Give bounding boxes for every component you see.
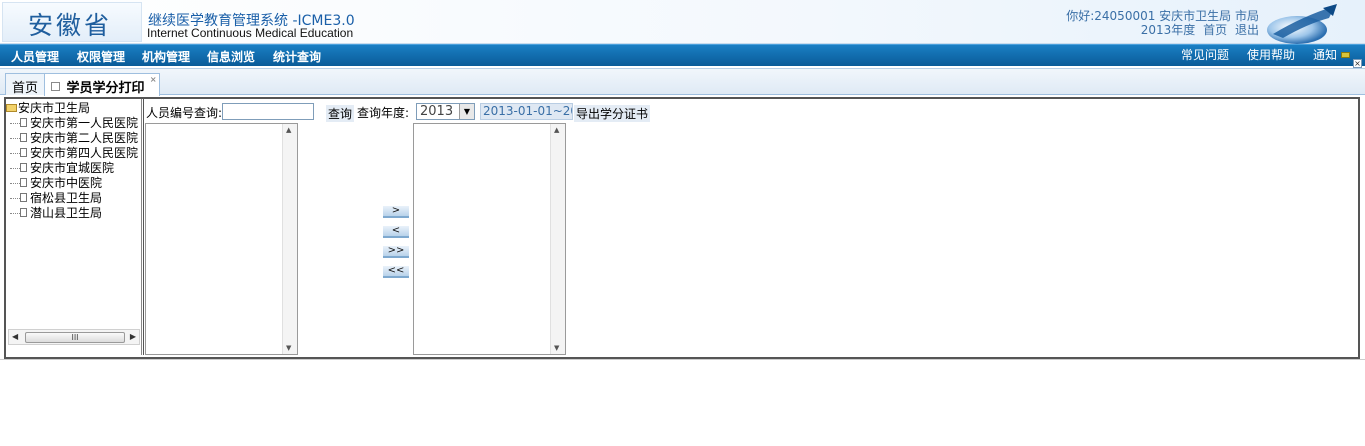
tab-home-label: 首页 [12,81,39,96]
scroll-down-icon[interactable]: ▼ [286,344,291,352]
nav-permissions[interactable]: 权限管理 [77,48,125,65]
province-logo-text: 安徽省 [28,11,113,40]
folder-icon [6,104,17,112]
page-icon [51,82,60,91]
move-all-left-button[interactable]: << [383,266,409,278]
tab-close-icon[interactable]: × [150,75,157,84]
move-right-button[interactable]: > [383,206,409,218]
chevron-down-icon[interactable]: ▼ [459,104,474,119]
nav-info-browse[interactable]: 信息浏览 [207,48,255,65]
scroll-up-icon[interactable]: ▲ [286,126,291,134]
document-icon [20,193,27,202]
tree-item[interactable]: 安庆市第四人民医院 [6,146,138,160]
move-all-right-button[interactable]: >> [383,246,409,258]
year-select-value: 2013 [420,104,454,119]
work-area: 安庆市卫生局 安庆市第一人民医院 安庆市第二人民医院 安庆市第四人民医院 安庆市… [4,97,1360,359]
tree-item-label: 安庆市第四人民医院 [30,146,139,160]
nav-statistics[interactable]: 统计查询 [273,48,321,65]
document-icon [20,133,27,142]
search-button[interactable]: 查询 [326,105,355,122]
tree-item[interactable]: 安庆市宜城医院 [6,161,114,175]
document-icon [20,118,27,127]
tree-line [10,138,20,139]
move-left-button[interactable]: < [383,226,409,238]
tree-horizontal-scrollbar[interactable]: ◀ III ▶ [8,329,140,345]
tree-root[interactable]: 安庆市卫生局 [6,101,90,115]
scroll-up-icon[interactable]: ▲ [554,126,559,134]
tree-line [10,198,20,199]
org-tree: 安庆市卫生局 安庆市第一人民医院 安庆市第二人民医院 安庆市第四人民医院 安庆市… [6,99,142,355]
tree-item-label: 潜山县卫生局 [30,206,103,220]
tree-item[interactable]: 安庆市第一人民医院 [6,116,138,130]
nav-help[interactable]: 使用帮助 [1247,46,1295,63]
tree-item-label: 安庆市中医院 [30,176,103,190]
tree-line [10,183,20,184]
tab-bar: 首页 学员学分打印 × [0,68,1365,96]
tree-item-label: 安庆市宜城医院 [30,161,115,175]
mail-icon [1340,52,1350,58]
user-info: 你好:24050001 安庆市卫生局 市局 2013年度 首页 退出 [1066,9,1259,37]
tree-item-label: 宿松县卫生局 [30,191,103,205]
divider [0,359,1365,360]
scrollbar-thumb[interactable]: III [25,332,125,343]
person-id-label: 人员编号查询: [146,106,223,120]
year-select[interactable]: 2013 ▼ [416,103,475,120]
document-icon [20,148,27,157]
tab-home[interactable]: 首页 [5,73,46,96]
document-icon [20,208,27,217]
tree-root-label: 安庆市卫生局 [18,101,91,115]
scroll-right-icon[interactable]: ▶ [130,332,136,341]
tree-line [10,168,20,169]
tree-line [10,153,20,154]
tab-credit-print[interactable]: 学员学分打印 × [44,73,160,96]
home-link[interactable]: 首页 [1203,23,1227,37]
nav-faq[interactable]: 常见问题 [1181,46,1229,63]
vertical-scrollbar[interactable]: ▲ ▼ [550,124,565,354]
system-subtitle: Internet Continuous Medical Education [147,26,354,40]
query-year-label: 查询年度: [357,106,410,120]
tree-item[interactable]: 潜山县卫生局 [6,206,102,220]
scroll-down-icon[interactable]: ▼ [554,344,559,352]
selected-list[interactable]: ▲ ▼ [413,123,566,355]
document-icon [20,178,27,187]
nav-organizations[interactable]: 机构管理 [142,48,190,65]
scroll-left-icon[interactable]: ◀ [12,332,18,341]
year-label: 2013年度 [1140,23,1196,37]
user-greeting: 你好:24050001 安庆市卫生局 市局 [1066,9,1259,23]
tree-line [10,123,20,124]
date-range-field[interactable]: 2013-01-01~2013-12-31 [480,103,573,120]
document-icon [20,163,27,172]
main-nav: 人员管理 权限管理 机构管理 信息浏览 统计查询 常见问题 使用帮助 通知 [0,44,1365,66]
available-list[interactable]: ▲ ▼ [145,123,298,355]
tree-item[interactable]: 宿松县卫生局 [6,191,102,205]
vertical-scrollbar[interactable]: ▲ ▼ [282,124,297,354]
tree-item[interactable]: 安庆市中医院 [6,176,102,190]
logout-link[interactable]: 退出 [1235,23,1259,37]
nav-notice-label: 通知 [1313,48,1338,62]
credit-print-panel: 人员编号查询: 查询 查询年度: 2013 ▼ 2013-01-01~2013-… [143,99,1357,355]
close-icon[interactable]: × [1353,59,1362,68]
tree-line [10,213,20,214]
nav-personnel[interactable]: 人员管理 [11,48,59,65]
tab-credit-print-label: 学员学分打印 [66,81,145,96]
tree-item-label: 安庆市第一人民医院 [30,116,139,130]
nav-notice[interactable]: 通知 [1313,46,1350,63]
export-certificate-button[interactable]: 导出学分证书 [574,105,651,122]
tree-item-label: 安庆市第二人民医院 [30,131,139,145]
person-id-input[interactable] [222,103,314,120]
app-header: 安徽省 继续医学教育管理系统 -ICME3.0 Internet Continu… [0,0,1365,44]
globe-icon [1267,4,1337,44]
tree-item[interactable]: 安庆市第二人民医院 [6,131,138,145]
